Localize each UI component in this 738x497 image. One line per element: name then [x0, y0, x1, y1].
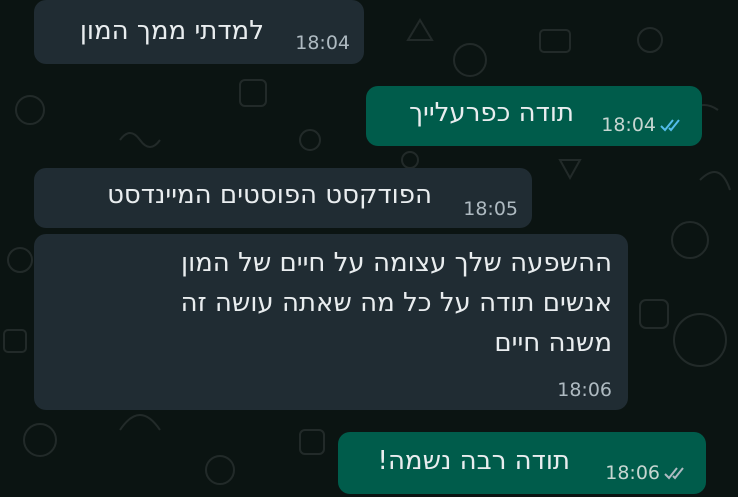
message-text: תודה כפרעלייך	[409, 98, 574, 128]
message-incoming[interactable]: למדתי ממך המון 18:04	[34, 0, 364, 64]
message-timestamp: 18:06	[605, 462, 690, 484]
double-check-read-icon	[660, 119, 680, 132]
message-timestamp: 18:05	[463, 198, 518, 220]
message-text: תודה רבה נשמה!	[377, 446, 570, 476]
message-outgoing[interactable]: תודה רבה נשמה! 18:06	[338, 432, 706, 494]
message-incoming[interactable]: ההשפעה שלך עצומה על חיים של המון אנשים ת…	[34, 234, 628, 410]
message-timestamp: 18:04	[601, 114, 686, 136]
message-text-line: משנה חיים	[494, 328, 612, 358]
message-text-line: ההשפעה שלך עצומה על חיים של המון	[180, 248, 612, 278]
message-text-line: אנשים תודה על כל מה שאתה עושה זה	[180, 288, 612, 318]
message-incoming[interactable]: הפודקסט הפוסטים המיינדסט 18:05	[34, 168, 532, 228]
message-text: למדתי ממך המון	[79, 16, 264, 46]
message-timestamp: 18:06	[557, 379, 612, 401]
double-check-delivered-icon	[664, 467, 684, 480]
message-outgoing[interactable]: תודה כפרעלייך 18:04	[366, 86, 702, 146]
message-text: הפודקסט הפוסטים המיינדסט	[107, 180, 432, 210]
message-timestamp: 18:04	[295, 32, 350, 54]
